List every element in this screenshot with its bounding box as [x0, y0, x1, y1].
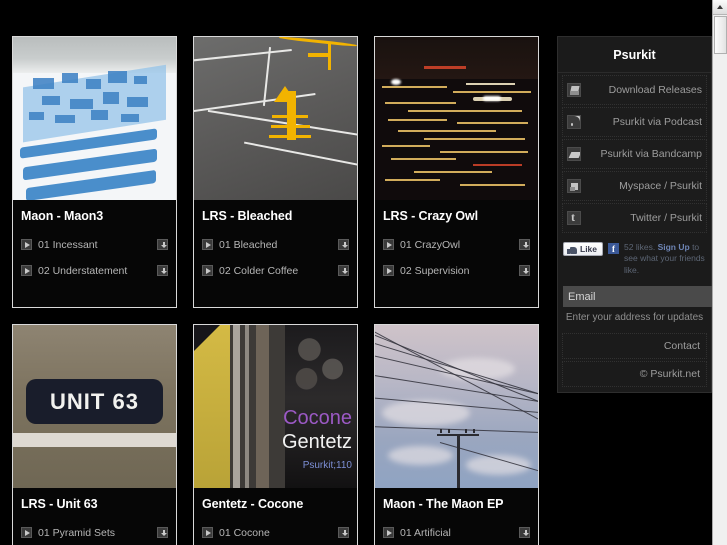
sidebar-item-podcast[interactable]: Psurkit via Podcast: [562, 107, 707, 137]
track-label: 01 Incessant: [38, 238, 98, 251]
album-card[interactable]: LRS - Bleached 01 Bleached 02 Colder Cof…: [193, 36, 358, 308]
facebook-icon: f: [608, 243, 620, 254]
album-artwork[interactable]: [375, 325, 538, 488]
download-icon[interactable]: [157, 265, 168, 276]
newsletter-signup: Join: [558, 282, 727, 308]
album-artwork[interactable]: [375, 37, 538, 200]
album-artwork[interactable]: UNIT 63: [13, 325, 176, 488]
vertical-scrollbar[interactable]: [712, 0, 727, 545]
play-icon[interactable]: [202, 239, 213, 250]
album-title: LRS - Unit 63: [21, 497, 98, 511]
album-artwork[interactable]: [194, 37, 357, 200]
track-label: 01 Pyramid Sets: [38, 526, 116, 539]
artwork-sign: UNIT 63: [26, 378, 163, 425]
email-input[interactable]: [563, 286, 715, 308]
artwork-title-2: Gentetz: [281, 430, 352, 453]
track-label: 01 Artificial: [400, 526, 451, 539]
play-icon[interactable]: [383, 239, 394, 250]
album-artwork[interactable]: Cocone Gentetz Psurkit;110: [194, 325, 357, 488]
rss-icon: [567, 115, 581, 129]
sidebar-item-bandcamp[interactable]: Psurkit via Bandcamp: [562, 139, 707, 169]
sidebar-item-label: Psurkit via Bandcamp: [600, 148, 702, 160]
myspace-icon: [567, 179, 581, 193]
facebook-signup-link[interactable]: Sign Up: [658, 242, 690, 252]
download-icon[interactable]: [157, 527, 168, 538]
download-icon[interactable]: [519, 527, 530, 538]
play-icon[interactable]: [383, 265, 394, 276]
album-info: LRS - Unit 63 01 Pyramid Sets: [13, 488, 176, 545]
play-icon[interactable]: [21, 239, 32, 250]
sidebar-item-label: Twitter / Psurkit: [630, 212, 702, 224]
track-label: 02 Supervision: [400, 264, 470, 277]
copyright-notice: © Psurkit.net: [562, 361, 707, 388]
album-card[interactable]: Cocone Gentetz Psurkit;110 Gentetz - Coc…: [193, 324, 358, 545]
track-label: 01 Bleached: [219, 238, 278, 251]
track-row[interactable]: 01 Bleached: [202, 234, 349, 255]
track-row[interactable]: 01 Cocone: [202, 522, 349, 543]
download-icon[interactable]: [519, 265, 530, 276]
album-info: Maon - Maon3 01 Incessant 02 Understatem…: [13, 200, 176, 292]
thumbs-up-icon: [567, 244, 577, 254]
facebook-social-text: 52 likes. Sign Up to see what your frien…: [624, 242, 706, 276]
album-title: Gentetz - Cocone: [202, 497, 304, 511]
track-row[interactable]: 01 Pyramid Sets: [21, 522, 168, 543]
download-icon: [567, 83, 581, 97]
album-card[interactable]: Maon - Maon3 01 Incessant 02 Understatem…: [12, 36, 177, 308]
album-info: LRS - Crazy Owl 01 CrazyOwl 02 Supervisi…: [375, 200, 538, 292]
sidebar-item-label: Myspace / Psurkit: [619, 180, 702, 192]
facebook-like-widget: Like f 52 likes. Sign Up to see what you…: [558, 235, 711, 282]
download-icon[interactable]: [338, 527, 349, 538]
album-info: Maon - The Maon EP 01 Artificial: [375, 488, 538, 545]
sidebar-item-twitter[interactable]: Twitter / Psurkit: [562, 203, 707, 233]
track-row[interactable]: 01 CrazyOwl: [383, 234, 530, 255]
signup-note: Enter your address for updates: [565, 312, 704, 324]
album-artwork[interactable]: [13, 37, 176, 200]
track-row[interactable]: 01 Incessant: [21, 234, 168, 255]
album-card[interactable]: LRS - Crazy Owl 01 CrazyOwl 02 Supervisi…: [374, 36, 539, 308]
play-icon[interactable]: [202, 527, 213, 538]
twitter-icon: [567, 211, 581, 225]
album-info: Gentetz - Cocone 01 Cocone: [194, 488, 357, 545]
artwork-sign-text: UNIT 63: [50, 388, 139, 414]
album-card[interactable]: Maon - The Maon EP 01 Artificial: [374, 324, 539, 545]
site-title: Psurkit: [558, 37, 711, 73]
album-title: Maon - The Maon EP: [383, 497, 504, 511]
track-row[interactable]: 01 Artificial: [383, 522, 530, 543]
sidebar-item-myspace[interactable]: Myspace / Psurkit: [562, 171, 707, 201]
album-title: LRS - Crazy Owl: [383, 209, 479, 223]
track-label: 02 Colder Coffee: [219, 264, 299, 277]
sidebar-item-download-releases[interactable]: Download Releases: [562, 75, 707, 105]
track-label: 02 Understatement: [38, 264, 128, 277]
page-root: Maon - Maon3 01 Incessant 02 Understatem…: [0, 0, 727, 545]
album-title: LRS - Bleached: [202, 209, 293, 223]
track-label: 01 Cocone: [219, 526, 270, 539]
download-icon[interactable]: [157, 239, 168, 250]
track-label: 01 CrazyOwl: [400, 238, 461, 251]
play-icon[interactable]: [383, 527, 394, 538]
album-card[interactable]: UNIT 63 LRS - Unit 63 01 Pyramid Sets: [12, 324, 177, 545]
scrollbar-thumb[interactable]: [714, 16, 727, 54]
download-icon[interactable]: [338, 265, 349, 276]
album-title: Maon - Maon3: [21, 209, 104, 223]
play-icon[interactable]: [21, 265, 32, 276]
artwork-title-1: Cocone: [283, 406, 352, 429]
download-icon[interactable]: [338, 239, 349, 250]
artwork-label: Psurkit;110: [302, 460, 352, 472]
track-row[interactable]: 02 Colder Coffee: [202, 260, 349, 281]
sidebar-item-contact[interactable]: Contact: [562, 333, 707, 360]
play-icon[interactable]: [21, 527, 32, 538]
bandcamp-icon: [567, 147, 581, 161]
sidebar-item-label: Download Releases: [608, 84, 702, 96]
sidebar: Psurkit Download Releases Psurkit via Po…: [557, 36, 727, 394]
play-icon[interactable]: [202, 265, 213, 276]
scroll-up-arrow-icon[interactable]: [713, 0, 727, 15]
download-icon[interactable]: [519, 239, 530, 250]
facebook-like-label: Like: [580, 244, 598, 254]
track-row[interactable]: 02 Supervision: [383, 260, 530, 281]
album-info: LRS - Bleached 01 Bleached 02 Colder Cof…: [194, 200, 357, 292]
facebook-like-button[interactable]: Like: [563, 242, 604, 256]
track-row[interactable]: 02 Understatement: [21, 260, 168, 281]
sidebar-item-label: Psurkit via Podcast: [612, 116, 702, 128]
facebook-likes-count: 52 likes.: [624, 242, 656, 252]
